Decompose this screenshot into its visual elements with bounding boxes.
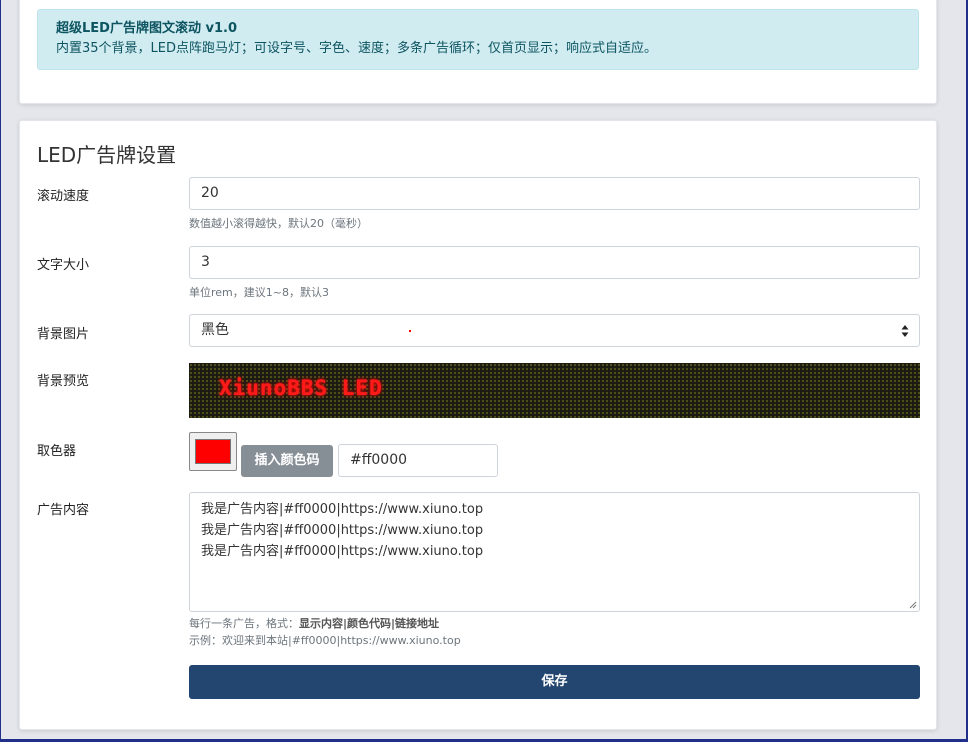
save-button[interactable]: 保存 <box>189 665 920 699</box>
speed-input[interactable]: 20 <box>189 177 920 210</box>
window-frame: 超级LED广告牌图文滚动 v1.0 内置35个背景，LED点阵跑马灯；可设字号、… <box>0 0 968 742</box>
resize-grip-icon[interactable] <box>909 601 917 609</box>
ad-content-textarea[interactable]: 我是广告内容|#ff0000|https://www.xiuno.top 我是广… <box>189 492 920 612</box>
ad-line: 我是广告内容|#ff0000|https://www.xiuno.top <box>201 523 484 538</box>
color-code-input[interactable]: #ff0000 <box>338 444 498 477</box>
select-red-dot <box>409 330 411 332</box>
background-label: 背景图片 <box>37 327 90 342</box>
color-picker-label: 取色器 <box>37 444 77 459</box>
ad-line: 我是广告内容|#ff0000|https://www.xiuno.top <box>201 502 484 517</box>
plugin-info-alert: 超级LED广告牌图文滚动 v1.0 内置35个背景，LED点阵跑马灯；可设字号、… <box>37 9 919 70</box>
led-preview-text: XiunoBBS LED <box>219 376 383 400</box>
led-background-preview: XiunoBBS LED <box>189 363 920 418</box>
ad-help-prefix: 每行一条广告，格式： <box>189 617 299 630</box>
speed-help: 数值越小滚得越快，默认20（毫秒） <box>189 217 368 230</box>
color-swatch-fill <box>195 439 231 464</box>
ad-line: 我是广告内容|#ff0000|https://www.xiuno.top <box>201 544 484 559</box>
background-select[interactable]: 黑色 <box>189 314 920 347</box>
color-picker-swatch[interactable] <box>189 432 237 471</box>
up-down-caret-icon <box>901 325 909 337</box>
background-selected-value: 黑色 <box>201 322 229 338</box>
font-size-input[interactable]: 3 <box>189 246 920 279</box>
insert-color-code-button[interactable]: 插入颜色码 <box>241 445 333 477</box>
font-size-help: 单位rem，建议1~8，默认3 <box>189 286 329 299</box>
plugin-description: 内置35个背景，LED点阵跑马灯；可设字号、字色、速度；多条广告循环；仅首页显示… <box>56 41 658 56</box>
preview-label: 背景预览 <box>37 374 90 389</box>
plugin-title: 超级LED广告牌图文滚动 v1.0 <box>56 21 237 36</box>
settings-heading: LED广告牌设置 <box>37 143 177 167</box>
settings-card: LED广告牌设置 滚动速度 20 数值越小滚得越快，默认20（毫秒） 文字大小 … <box>19 120 937 730</box>
plugin-info-card: 超级LED广告牌图文滚动 v1.0 内置35个背景，LED点阵跑马灯；可设字号、… <box>19 0 937 104</box>
ad-help-format: 显示内容|颜色代码|链接地址 <box>299 617 440 630</box>
ad-help-example: 示例：欢迎来到本站|#ff0000|https://www.xiuno.top <box>189 634 461 647</box>
ad-content-help: 每行一条广告，格式：显示内容|颜色代码|链接地址 示例：欢迎来到本站|#ff00… <box>189 615 461 649</box>
font-size-label: 文字大小 <box>37 258 90 273</box>
speed-label: 滚动速度 <box>37 189 90 204</box>
ad-content-label: 广告内容 <box>37 503 90 518</box>
